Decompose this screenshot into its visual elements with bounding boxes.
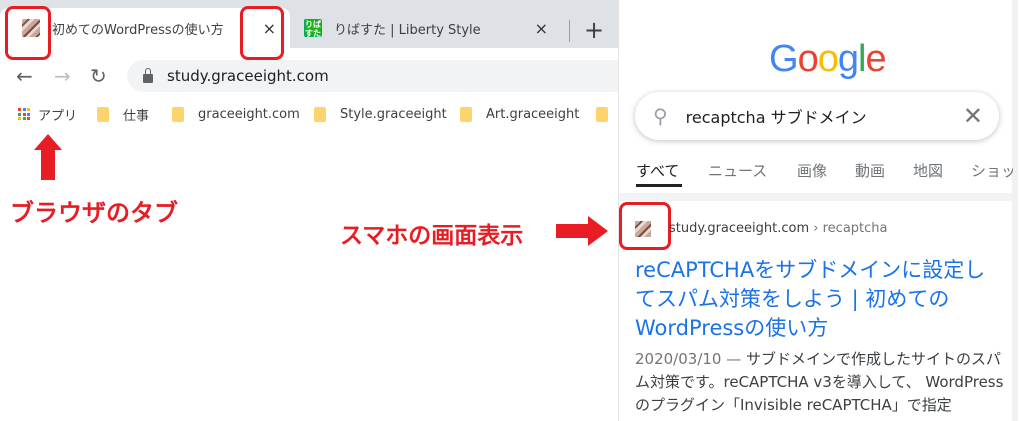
- folder-icon: [596, 106, 608, 122]
- arrow-right-shaft: [556, 224, 590, 238]
- address-bar[interactable]: study.graceeight.com: [127, 60, 620, 92]
- folder-icon: [172, 106, 184, 122]
- bookmark-label: graceeight.com: [198, 106, 300, 122]
- highlight-box: [619, 202, 671, 250]
- url-text: study.graceeight.com: [167, 67, 329, 85]
- active-tab-underline: [636, 184, 682, 187]
- bookmark-label: Art.graceeight: [486, 106, 580, 122]
- tab-liberty-style[interactable]: りばすた りばすた | Liberty Style ×: [292, 8, 562, 48]
- folder-icon: [97, 106, 109, 122]
- back-icon[interactable]: ←: [16, 64, 33, 88]
- tab-title: りばすた | Liberty Style: [334, 22, 481, 38]
- search-icon: ⚲: [653, 104, 668, 128]
- bookmark-label: Style.graceeight: [340, 106, 447, 122]
- highlight-box: [5, 6, 51, 60]
- search-box[interactable]: ⚲ recaptcha サブドメイン ✕: [635, 92, 999, 140]
- lock-icon: [143, 67, 153, 83]
- tab-all[interactable]: すべて: [636, 160, 679, 181]
- forward-icon[interactable]: →: [54, 64, 71, 88]
- result-snippet: 2020/03/10 — サブドメインで作成したサイトのスパム対策です。reCA…: [635, 350, 1004, 414]
- bookmark-folder[interactable]: Art.graceeight: [460, 100, 579, 128]
- apps-grid-icon: [18, 108, 30, 120]
- arrow-up-shaft: [41, 150, 55, 180]
- highlight-box: [240, 6, 284, 60]
- close-tab-icon[interactable]: ×: [535, 19, 548, 38]
- result-title-link[interactable]: reCAPTCHAをサブドメインに設定してスパム対策をしよう | 初めてのWor…: [635, 256, 1005, 343]
- search-input[interactable]: recaptcha サブドメイン: [686, 104, 867, 128]
- clear-icon[interactable]: ✕: [963, 102, 983, 130]
- bookmark-folder[interactable]: graceeight.com: [172, 100, 300, 128]
- browser-tab-annotation: ブラウザのタブ: [10, 199, 178, 227]
- bookmark-folder[interactable]: Style.graceeight: [314, 100, 447, 128]
- bookmark-label: 仕事: [123, 108, 150, 124]
- google-logo: Google: [769, 38, 887, 80]
- liberty-favicon-icon: りばすた: [304, 19, 322, 38]
- folder-icon: [460, 106, 472, 122]
- mobile-view-annotation: スマホの画面表示: [340, 223, 524, 249]
- tab-news[interactable]: ニュース: [708, 160, 767, 181]
- arrow-up-icon: [34, 134, 62, 150]
- new-tab-button[interactable]: +: [584, 16, 604, 44]
- tab-videos[interactable]: 動画: [855, 160, 885, 181]
- result-url[interactable]: study.graceeight.com › recaptcha: [669, 221, 888, 236]
- bookmark-folder[interactable]: 仕事: [97, 100, 149, 128]
- bookmark-apps[interactable]: アプリ: [18, 100, 77, 128]
- mobile-search-panel: Google ⚲ recaptcha サブドメイン ✕ すべて ニュース 画像 …: [618, 0, 1018, 421]
- reload-icon[interactable]: ↻: [90, 64, 107, 88]
- tab-separator: [569, 20, 570, 42]
- bookmark-label: アプリ: [38, 108, 78, 124]
- divider: [619, 193, 1013, 201]
- tab-maps[interactable]: 地図: [913, 160, 943, 181]
- folder-icon: [314, 106, 326, 122]
- tab-title: 初めてのWordPressの使い方: [52, 22, 224, 38]
- tab-images[interactable]: 画像: [797, 160, 827, 181]
- arrow-right-icon: [588, 216, 608, 246]
- tab-shopping[interactable]: ショッ: [971, 160, 1013, 181]
